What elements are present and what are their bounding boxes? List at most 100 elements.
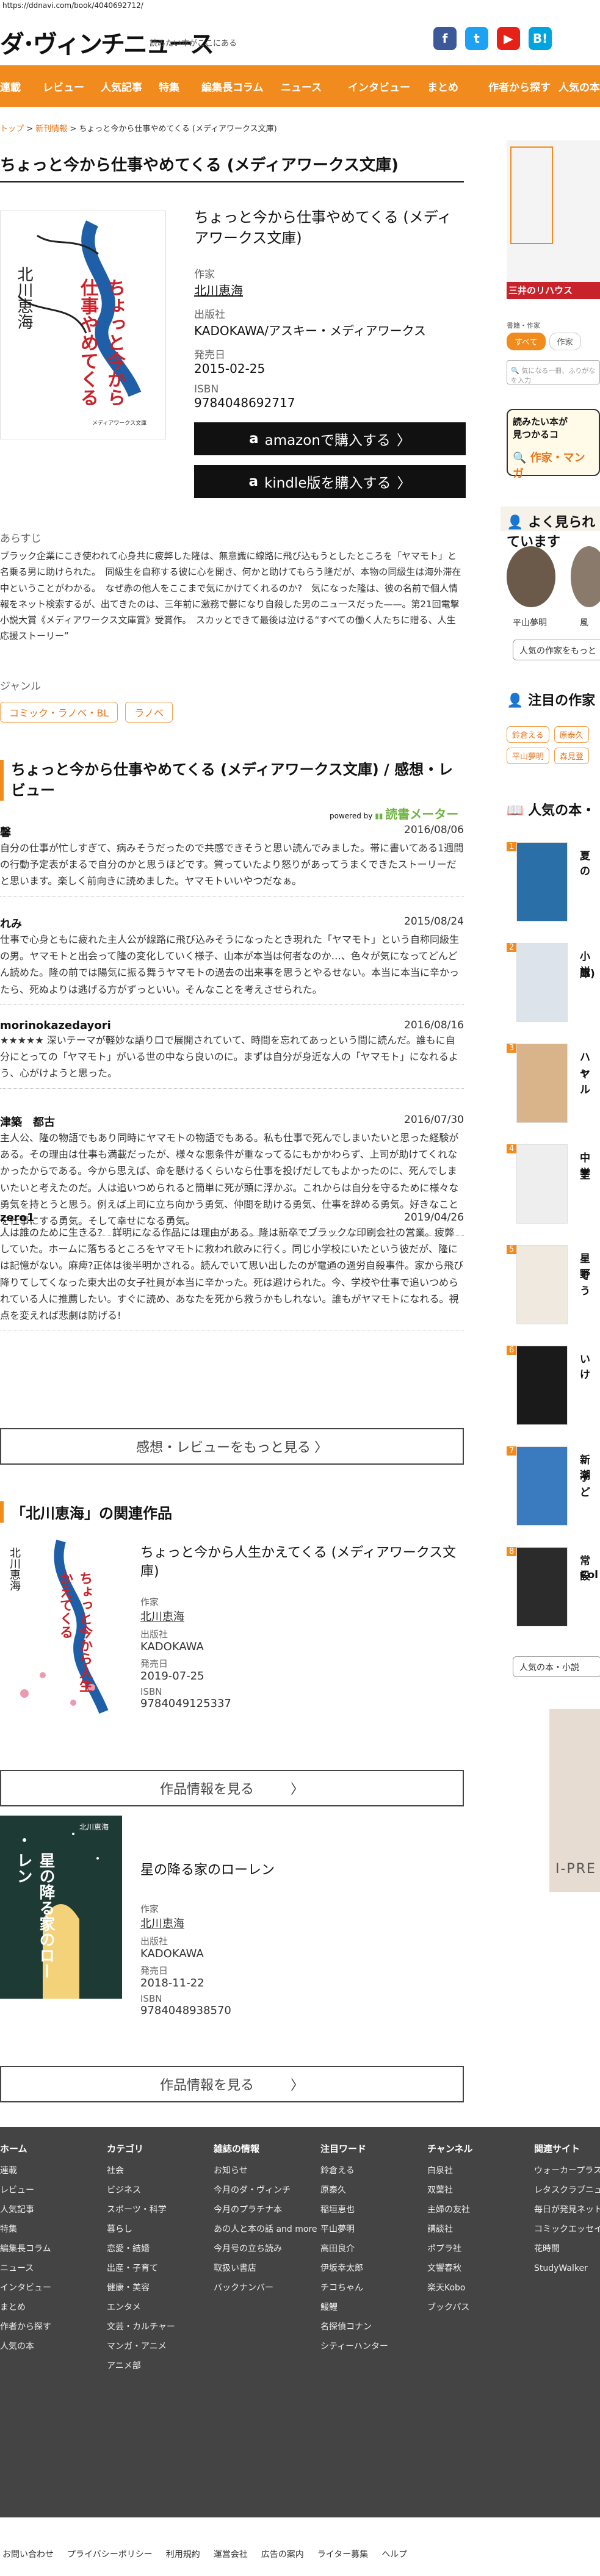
ranking-item[interactable]: 3 ハッ ヤル [507, 1044, 600, 1135]
footer-link[interactable]: 楽天Kobo [427, 2278, 531, 2298]
reviewer-name[interactable]: れみ [0, 915, 22, 931]
search-tab[interactable]: 作家 [549, 333, 581, 350]
author-link[interactable]: 北川恵海 [140, 1915, 464, 1931]
more-ranking-button[interactable]: 人気の本・小説 [513, 1656, 600, 1677]
footer-link[interactable]: マンガ・アニメ [107, 2337, 211, 2356]
footer-link[interactable]: 名探偵コナン [320, 2317, 424, 2337]
nav-item[interactable]: 編集長コラム [201, 79, 264, 94]
search-tab[interactable]: すべて [507, 333, 546, 350]
footer-column-head[interactable]: 関連サイト [534, 2139, 600, 2159]
author-name[interactable]: 風 [580, 616, 588, 629]
footer-link[interactable]: ニュース [0, 2259, 104, 2278]
ranking-item[interactable]: 8 常設 Col [507, 1547, 600, 1639]
footer-link[interactable]: バックナンバー [214, 2278, 317, 2298]
footer-link[interactable]: 鰻鯉 [320, 2298, 424, 2317]
bookmeter-logo[interactable]: 読書メーター [385, 807, 458, 821]
amazon-buy-button[interactable]: a amazonで購入する〉 [194, 422, 466, 456]
footer-link[interactable]: 取扱い書店 [214, 2259, 317, 2278]
footer-link[interactable]: アニメ部 [107, 2356, 211, 2376]
footer-link[interactable]: 人気記事 [0, 2200, 104, 2220]
reviewer-name[interactable]: morinokazedayori [0, 1019, 111, 1032]
footer-link[interactable]: 特集 [0, 2220, 104, 2239]
nav-item[interactable]: 人気記事 [101, 79, 142, 94]
reviewer-name[interactable]: 津築 都古 [0, 1114, 55, 1130]
nav-item[interactable]: レビュー [43, 79, 84, 94]
footer-link[interactable]: あの人と本の話 and more [214, 2220, 317, 2239]
footer-link[interactable]: 鈴倉える [320, 2161, 424, 2181]
footer-bottom-link[interactable]: プライバシーポリシー [67, 2548, 153, 2560]
footer-link[interactable]: 文響春秋 [427, 2259, 531, 2278]
footer-link[interactable]: チコちゃん [320, 2278, 424, 2298]
footer-bottom-link[interactable]: 広告の案内 [261, 2548, 304, 2560]
notice-author-tag[interactable]: 鈴倉える [507, 726, 549, 743]
footer-link[interactable]: 人気の本 [0, 2337, 104, 2356]
author-link[interactable]: 北川恵海 [194, 281, 466, 298]
youtube-icon[interactable]: ▶ [497, 27, 520, 50]
related-cover-1[interactable]: 北川恵海 ちょっと今から人生かえてくる [0, 1535, 122, 1718]
sidebar-ad-2[interactable]: I-PRE [549, 1709, 600, 1892]
address-bar[interactable]: https://ddnavi.com/book/4040692712/ [0, 0, 600, 11]
footer-link[interactable]: ポプラ社 [427, 2239, 531, 2259]
notice-author-tag[interactable]: 森見登 [554, 748, 590, 764]
footer-bottom-link[interactable]: 利用規約 [166, 2548, 200, 2560]
footer-link[interactable]: インタビュー [0, 2278, 104, 2298]
footer-link[interactable]: 健康・美容 [107, 2278, 211, 2298]
footer-link[interactable]: StudyWalker [534, 2259, 600, 2278]
footer-link[interactable]: コミックエッセイ劇場 [534, 2220, 600, 2239]
footer-link[interactable]: お知らせ [214, 2161, 317, 2181]
footer-column-head[interactable]: ホーム [0, 2139, 104, 2159]
nav-item[interactable]: 特集 [159, 79, 179, 94]
footer-link[interactable]: 連載 [0, 2161, 104, 2181]
nav-item[interactable]: インタビュー [348, 79, 410, 94]
nav-item[interactable]: ニュース [281, 79, 322, 94]
footer-column-head[interactable]: カテゴリ [107, 2139, 211, 2159]
ranking-item[interactable]: 7 新潮 子ど [507, 1446, 600, 1538]
footer-bottom-link[interactable]: お問い合わせ [2, 2548, 54, 2560]
hatena-icon[interactable]: B! [529, 27, 552, 50]
footer-link[interactable]: エンタメ [107, 2298, 211, 2317]
notice-author-tag[interactable]: 原泰久 [554, 726, 589, 743]
genre-tag[interactable]: ラノベ [125, 702, 173, 723]
footer-link[interactable]: ビジネス [107, 2181, 211, 2200]
footer-link[interactable]: 毎日が発見ネット [534, 2200, 600, 2220]
footer-link[interactable]: 社会 [107, 2161, 211, 2181]
view-work-button[interactable]: 作品情報を見る 〉 [0, 1770, 464, 1806]
footer-link[interactable]: 花時間 [534, 2239, 600, 2259]
view-work-button[interactable]: 作品情報を見る 〉 [0, 2066, 464, 2102]
footer-link[interactable]: 文芸・カルチャー [107, 2317, 211, 2337]
search-input[interactable]: 🔍 気になる一冊、ふりがなを入力 [507, 360, 600, 384]
footer-link[interactable]: レタスクラブニュース [534, 2181, 600, 2200]
related-cover-2[interactable]: 星の降る家のローレン 北川恵海 [0, 1816, 122, 1999]
author-avatar[interactable] [507, 546, 555, 607]
footer-column-head[interactable]: 雑誌の情報 [214, 2139, 317, 2159]
footer-link[interactable]: 作者から探す [0, 2317, 104, 2337]
nav-item[interactable]: 人気の本 [558, 79, 600, 94]
author-link[interactable]: 北川恵海 [140, 1608, 464, 1624]
footer-link[interactable]: シティーハンター [320, 2337, 424, 2356]
footer-link[interactable]: 高田良介 [320, 2239, 424, 2259]
twitter-icon[interactable]: t [465, 27, 488, 50]
footer-link[interactable]: 今月のダ・ヴィンチ [214, 2181, 317, 2200]
ranking-item[interactable]: 4 中学室 [507, 1144, 600, 1236]
footer-link[interactable]: 今月のプラチナ本 [214, 2200, 317, 2220]
footer-bottom-link[interactable]: ヘルプ [381, 2548, 407, 2560]
ranking-item[interactable]: 5 星野 そう [507, 1245, 600, 1337]
reviewer-name[interactable]: zero1 [0, 1211, 34, 1224]
footer-link[interactable]: 恋愛・結婚 [107, 2239, 211, 2259]
footer-column-head[interactable]: チャンネル [427, 2139, 531, 2159]
footer-link[interactable]: まとめ [0, 2298, 104, 2317]
footer-link[interactable]: 暮らし [107, 2220, 211, 2239]
related-title[interactable]: 星の降る家のローレン [140, 1861, 464, 1880]
notice-author-tag[interactable]: 平山夢明 [507, 748, 550, 764]
footer-link[interactable]: 白泉社 [427, 2161, 531, 2181]
kindle-buy-button[interactable]: a kindle版を購入する〉 [194, 465, 466, 499]
footer-link[interactable]: 出産・子育て [107, 2259, 211, 2278]
footer-link[interactable]: スポーツ・科学 [107, 2200, 211, 2220]
related-title[interactable]: ちょっと今から人生かえてくる (メディアワークス文庫) [140, 1544, 464, 1582]
footer-link[interactable]: 双葉社 [427, 2181, 531, 2200]
footer-link[interactable]: 編集長コラム [0, 2239, 104, 2259]
reviewer-name[interactable]: 馨 [0, 824, 11, 840]
more-authors-button[interactable]: 人気の作家をもっと [513, 640, 600, 660]
genre-tag[interactable]: コミック・ラノベ・BL [0, 702, 118, 723]
footer-bottom-link[interactable]: 運営会社 [214, 2548, 248, 2560]
